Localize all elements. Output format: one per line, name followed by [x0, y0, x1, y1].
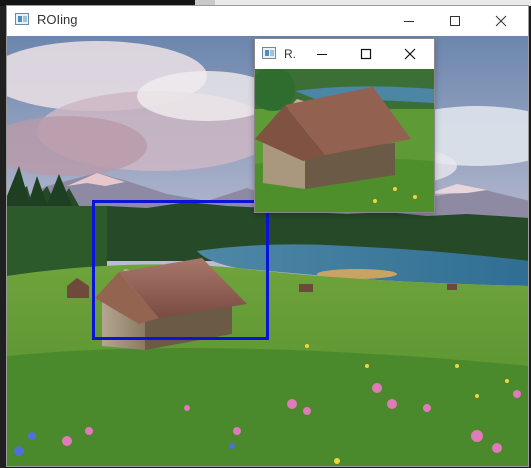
maximize-icon — [450, 16, 460, 26]
roi-window: R. — [254, 38, 435, 213]
minimize-icon — [404, 21, 414, 22]
minimize-icon — [317, 54, 327, 55]
close-icon — [495, 15, 507, 27]
close-icon — [404, 48, 416, 60]
roi-maximize-button[interactable] — [344, 39, 388, 69]
app-window-icon — [262, 47, 276, 59]
close-button[interactable] — [478, 6, 524, 36]
roi-minimize-button[interactable] — [300, 39, 344, 69]
roi-window-title: R. — [284, 47, 296, 61]
app-window-icon — [15, 13, 29, 25]
maximize-icon — [360, 48, 372, 60]
roi-image-canvas[interactable] — [255, 69, 434, 212]
roi-selection-box[interactable] — [92, 200, 269, 340]
main-window-titlebar[interactable]: ROIing — [7, 6, 528, 36]
roi-window-titlebar[interactable]: R. — [255, 39, 434, 69]
maximize-button[interactable] — [432, 6, 478, 36]
roi-close-button[interactable] — [388, 39, 432, 69]
roi-cropped-photo — [255, 69, 434, 212]
minimize-button[interactable] — [386, 6, 432, 36]
main-window-title: ROIing — [37, 12, 78, 27]
